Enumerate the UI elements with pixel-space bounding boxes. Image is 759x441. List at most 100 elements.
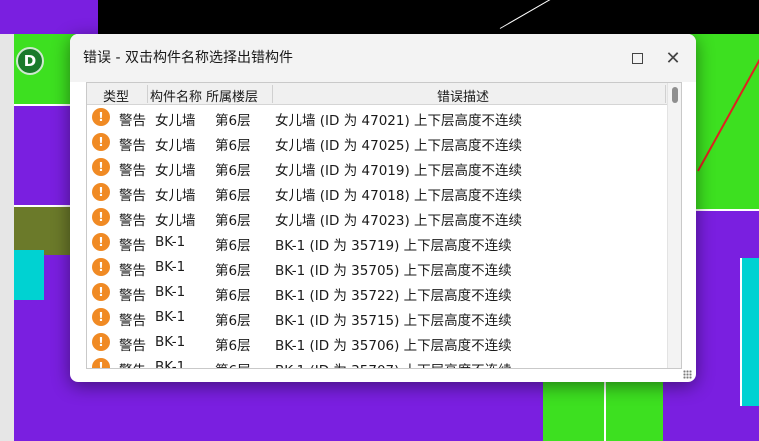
list-header: 类型 构件名称 所属楼层 错误描述 [87, 83, 667, 105]
warning-icon: ! [92, 108, 110, 126]
close-button[interactable]: ✕ [658, 44, 688, 72]
column-divider[interactable] [665, 85, 666, 103]
row-component-name[interactable]: BK-1 [155, 284, 185, 300]
row-component-name[interactable]: BK-1 [155, 309, 185, 325]
row-type: 警告 [119, 163, 146, 179]
row-type: 警告 [119, 113, 146, 129]
table-row[interactable]: ! 警告 女儿墙 第6层 女儿墙 (ID 为 47023) 上下层高度不连续 [87, 205, 667, 230]
column-header-type[interactable]: 类型 [103, 86, 129, 105]
row-component-name[interactable]: BK-1 [155, 234, 185, 250]
dialog-titlebar[interactable]: 错误 - 双击构件名称选择出错构件 ✕ [70, 34, 696, 82]
canvas-cyan-right [740, 258, 759, 406]
vertical-scrollbar[interactable] [667, 83, 681, 368]
column-divider[interactable] [272, 85, 273, 103]
row-floor: 第6层 [215, 138, 251, 154]
row-floor: 第6层 [215, 238, 251, 254]
table-row[interactable]: ! 警告 BK-1 第6层 BK-1 (ID 为 35705) 上下层高度不连续 [87, 255, 667, 280]
canvas-grid-line [740, 258, 742, 406]
table-row[interactable]: ! 警告 BK-1 第6层 BK-1 (ID 为 35706) 上下层高度不连续 [87, 330, 667, 355]
left-panel-strip [0, 34, 14, 441]
table-row[interactable]: ! 警告 女儿墙 第6层 女儿墙 (ID 为 47025) 上下层高度不连续 [87, 130, 667, 155]
column-header-floor[interactable]: 所属楼层 [206, 86, 258, 105]
row-type: 警告 [119, 313, 146, 329]
row-type: 警告 [119, 238, 146, 254]
row-description: BK-1 (ID 为 35722) 上下层高度不连续 [275, 288, 512, 304]
column-header-name[interactable]: 构件名称 [150, 86, 202, 105]
row-floor: 第6层 [215, 313, 251, 329]
warning-icon: ! [92, 208, 110, 226]
row-floor: 第6层 [215, 288, 251, 304]
row-floor: 第6层 [215, 359, 251, 368]
canvas-green-bottom [543, 382, 663, 441]
row-type: 警告 [119, 359, 146, 368]
row-component-name[interactable]: 女儿墙 [155, 134, 196, 154]
row-component-name[interactable]: 女儿墙 [155, 209, 196, 229]
list-rows: ! 警告 女儿墙 第6层 女儿墙 (ID 为 47021) 上下层高度不连续! 警告 女儿墙… [87, 105, 667, 368]
row-floor: 第6层 [215, 213, 251, 229]
warning-icon: ! [92, 183, 110, 201]
row-type: 警告 [119, 288, 146, 304]
close-icon: ✕ [665, 47, 681, 69]
row-floor: 第6层 [215, 163, 251, 179]
row-description: BK-1 (ID 为 35719) 上下层高度不连续 [275, 238, 512, 254]
table-row[interactable]: ! 警告 BK-1 第6层 BK-1 (ID 为 35719) 上下层高度不连续 [87, 230, 667, 255]
canvas-grid-line [14, 205, 70, 207]
error-dialog: 错误 - 双击构件名称选择出错构件 ✕ 类型 构件名称 所属楼层 错误描述 ! 警… [70, 34, 696, 382]
table-row[interactable]: ! 警告 BK-1 第6层 BK-1 (ID 为 35722) 上下层高度不连续 [87, 280, 667, 305]
maximize-button[interactable] [622, 44, 652, 72]
table-row[interactable]: ! 警告 BK-1 第6层 BK-1 (ID 为 35707) 上下层高度不连续 [87, 355, 667, 368]
row-description: BK-1 (ID 为 35706) 上下层高度不连续 [275, 338, 512, 354]
warning-icon: ! [92, 258, 110, 276]
table-row[interactable]: ! 警告 女儿墙 第6层 女儿墙 (ID 为 47019) 上下层高度不连续 [87, 155, 667, 180]
row-floor: 第6层 [215, 188, 251, 204]
warning-icon: ! [92, 233, 110, 251]
row-description: 女儿墙 (ID 为 47021) 上下层高度不连续 [275, 113, 523, 129]
row-type: 警告 [119, 213, 146, 229]
canvas-grid-line [14, 104, 70, 106]
canvas-olive-block [14, 205, 70, 255]
row-component-name[interactable]: 女儿墙 [155, 109, 196, 129]
warning-icon: ! [92, 283, 110, 301]
row-component-name[interactable]: 女儿墙 [155, 184, 196, 204]
table-row[interactable]: ! 警告 BK-1 第6层 BK-1 (ID 为 35715) 上下层高度不连续 [87, 305, 667, 330]
warning-icon: ! [92, 308, 110, 326]
scrollbar-thumb[interactable] [672, 87, 678, 103]
row-description: 女儿墙 (ID 为 47018) 上下层高度不连续 [275, 188, 523, 204]
row-component-name[interactable]: BK-1 [155, 359, 185, 368]
canvas-grid-line [604, 382, 606, 441]
row-component-name[interactable]: 女儿墙 [155, 159, 196, 179]
maximize-icon [631, 52, 643, 64]
row-floor: 第6层 [215, 113, 251, 129]
row-type: 警告 [119, 263, 146, 279]
row-type: 警告 [119, 188, 146, 204]
row-floor: 第6层 [215, 338, 251, 354]
canvas-grid-line [696, 209, 759, 211]
dialog-title: 错误 - 双击构件名称选择出错构件 [83, 50, 293, 66]
column-divider[interactable] [147, 85, 148, 103]
warning-icon: ! [92, 358, 110, 368]
row-description: BK-1 (ID 为 35715) 上下层高度不连续 [275, 313, 512, 329]
canvas-cyan-left [14, 250, 44, 300]
warning-icon: ! [92, 133, 110, 151]
row-description: BK-1 (ID 为 35707) 上下层高度不连续 [275, 359, 512, 368]
canvas-black-area [98, 0, 759, 34]
row-description: 女儿墙 (ID 为 47025) 上下层高度不连续 [275, 138, 523, 154]
row-floor: 第6层 [215, 263, 251, 279]
error-list[interactable]: 类型 构件名称 所属楼层 错误描述 ! 警告 女儿墙 第6层 女儿墙 (ID 为 470… [86, 82, 682, 369]
row-description: 女儿墙 (ID 为 47019) 上下层高度不连续 [275, 163, 523, 179]
warning-icon: ! [92, 333, 110, 351]
resize-grip-icon[interactable] [683, 370, 692, 379]
row-description: BK-1 (ID 为 35705) 上下层高度不连续 [275, 263, 512, 279]
table-row[interactable]: ! 警告 女儿墙 第6层 女儿墙 (ID 为 47021) 上下层高度不连续 [87, 105, 667, 130]
canvas-green-right [696, 34, 759, 209]
warning-icon: ! [92, 158, 110, 176]
table-row[interactable]: ! 警告 女儿墙 第6层 女儿墙 (ID 为 47018) 上下层高度不连续 [87, 180, 667, 205]
row-component-name[interactable]: BK-1 [155, 259, 185, 275]
view-badge-d[interactable]: D [16, 47, 44, 75]
row-description: 女儿墙 (ID 为 47023) 上下层高度不连续 [275, 213, 523, 229]
row-component-name[interactable]: BK-1 [155, 334, 185, 350]
column-header-description[interactable]: 错误描述 [437, 86, 489, 105]
row-type: 警告 [119, 138, 146, 154]
canvas-purple-block [0, 0, 98, 34]
row-type: 警告 [119, 338, 146, 354]
